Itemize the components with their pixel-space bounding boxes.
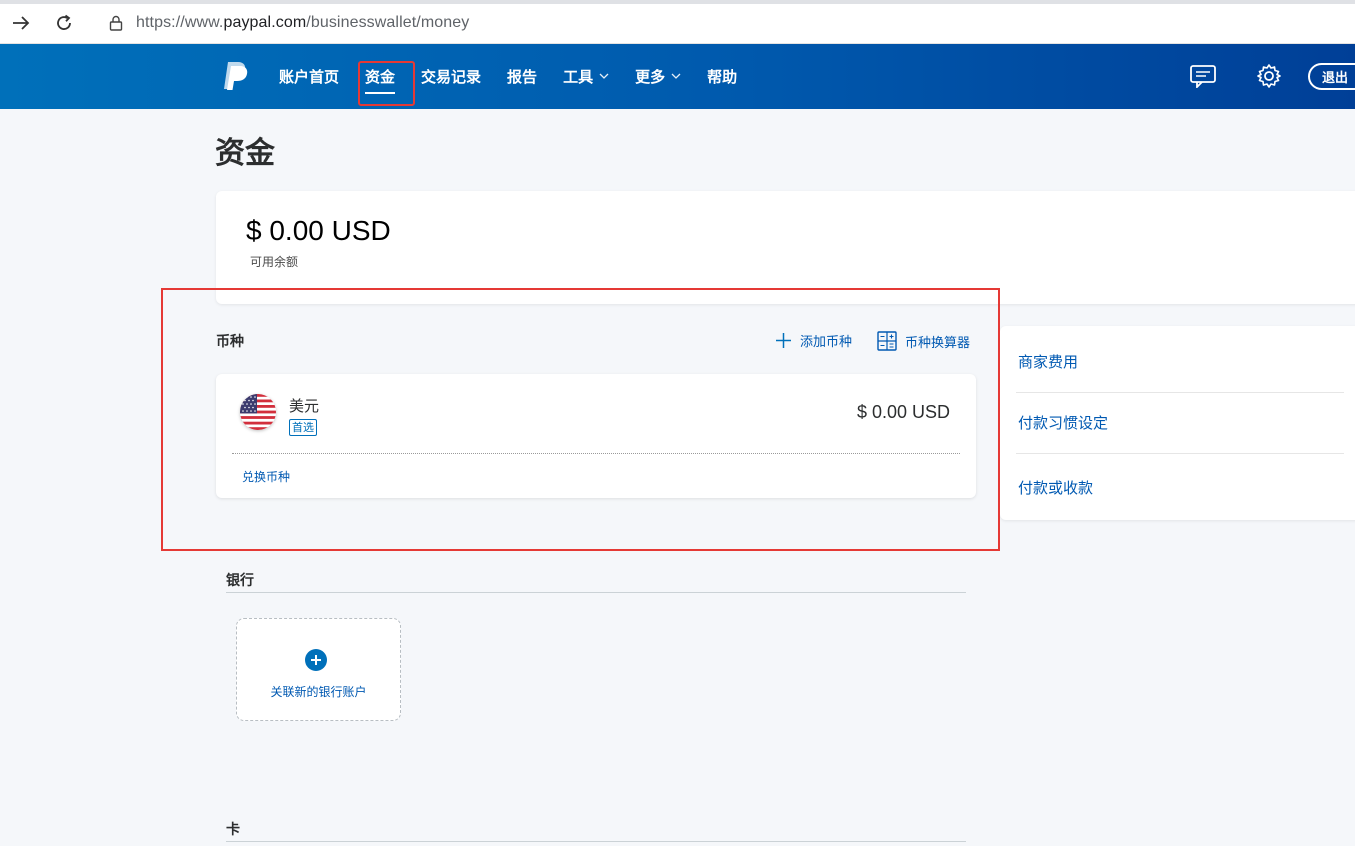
currency-card-usd[interactable]: 美元 首选 $ 0.00 USD 兑换币种 [216, 374, 976, 498]
currency-amount: $ 0.00 USD [856, 402, 950, 422]
nav-activity[interactable]: 交易记录 [408, 44, 494, 109]
currency-name: 美元 [289, 397, 320, 415]
convert-currency-link[interactable]: 兑换币种 [242, 468, 290, 485]
gear-icon[interactable] [1255, 62, 1283, 90]
balance-card: $ 0.00 USD 可用余额 [216, 191, 1355, 304]
divider [1016, 453, 1344, 454]
us-flag-icon [240, 394, 276, 430]
browser-tab-strip [0, 0, 1355, 4]
link-bank-account-label: 关联新的银行账户 [270, 685, 367, 699]
url-text: https://www.paypal.com/businesswallet/mo… [136, 14, 470, 31]
page-title: 资金 [215, 136, 275, 171]
reload-icon[interactable] [51, 10, 77, 36]
currencies-title: 币种 [216, 334, 244, 350]
plus-circle-icon [305, 649, 327, 671]
primary-badge: 首选 [289, 419, 317, 436]
nav-help[interactable]: 帮助 [694, 44, 750, 109]
divider [1016, 392, 1344, 393]
nav-more[interactable]: 更多 [622, 44, 694, 109]
logout-button[interactable]: 退出 [1308, 63, 1355, 90]
forward-arrow-icon[interactable] [8, 10, 34, 36]
balance-label: 可用余额 [250, 255, 299, 269]
nav-account-home[interactable]: 账户首页 [266, 44, 352, 109]
currency-calculator-button[interactable]: 币种换算器 [877, 331, 970, 351]
paypal-header: 账户首页 资金 交易记录 报告 工具 更多 帮助 [0, 44, 1355, 109]
cards-section-title: 卡 [226, 822, 240, 838]
side-links-card: 商家费用 付款习惯设定 付款或收款 [1000, 326, 1355, 520]
divider [226, 841, 966, 842]
message-center-icon[interactable] [1189, 62, 1217, 90]
divider [226, 592, 966, 593]
divider [232, 453, 960, 454]
paypal-logo-icon[interactable] [221, 60, 249, 92]
main-navigation: 账户首页 资金 交易记录 报告 工具 更多 帮助 [266, 44, 750, 109]
plus-icon [775, 332, 792, 349]
link-bank-account-button[interactable]: 关联新的银行账户 [236, 618, 401, 721]
nav-tools[interactable]: 工具 [550, 44, 622, 109]
lock-icon [106, 13, 126, 33]
nav-reports[interactable]: 报告 [494, 44, 550, 109]
bank-section-title: 银行 [226, 573, 254, 589]
send-receive-link[interactable]: 付款或收款 [1018, 477, 1093, 498]
address-bar[interactable]: https://www.paypal.com/businesswallet/mo… [92, 8, 1355, 38]
browser-toolbar: https://www.paypal.com/businesswallet/mo… [0, 0, 1355, 44]
balance-amount: $ 0.00 USD [246, 215, 391, 246]
chevron-down-icon [671, 71, 681, 82]
merchant-fees-link[interactable]: 商家费用 [1018, 351, 1078, 372]
nav-money[interactable]: 资金 [352, 44, 408, 109]
payment-preferences-link[interactable]: 付款习惯设定 [1018, 412, 1108, 433]
add-currency-button[interactable]: 添加币种 [775, 331, 852, 350]
chevron-down-icon [599, 71, 609, 82]
calculator-icon [877, 331, 897, 351]
